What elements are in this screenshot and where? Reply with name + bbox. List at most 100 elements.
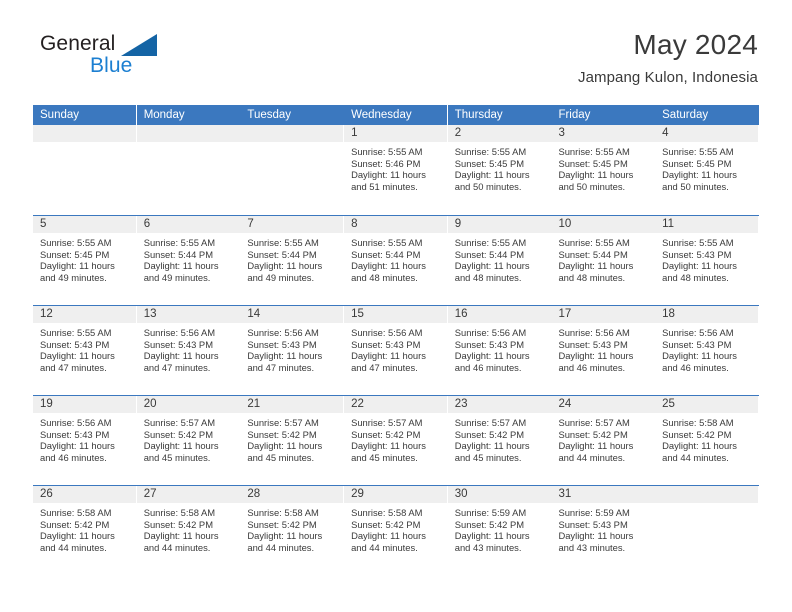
calendar-day-cell[interactable]: 9 Sunrise: 5:55 AM Sunset: 5:44 PM Daylight… [447, 216, 552, 305]
daylight-text-line1: Daylight: 11 hours [143, 440, 219, 452]
calendar-day-cell[interactable] [136, 125, 241, 215]
calendar-day-cell[interactable] [240, 125, 344, 215]
calendar-day-cell[interactable]: 23 Sunrise: 5:57 AM Sunset: 5:42 PM Dayligh… [447, 396, 552, 485]
calendar-day-cell[interactable]: 7 Sunrise: 5:55 AM Sunset: 5:44 PM Daylight… [240, 216, 344, 305]
calendar-day-cell[interactable]: 2 Sunrise: 5:55 AM Sunset: 5:45 PM Daylight… [447, 125, 552, 215]
title-block: May 2024 Jampang Kulon, Indonesia [578, 28, 758, 88]
sunset-text: Sunset: 5:42 PM [143, 518, 213, 530]
calendar-day-cell[interactable]: 19 Sunrise: 5:56 AM Sunset: 5:43 PM Dayligh… [33, 396, 137, 485]
calendar-day-cell[interactable]: 22 Sunrise: 5:57 AM Sunset: 5:42 PM Dayligh… [344, 396, 448, 485]
weekday-header-cell: Monday [136, 105, 241, 125]
day-number: 3 [558, 127, 565, 139]
day-details: Sunrise: 5:55 AM Sunset: 5:44 PM Daylight:… [551, 233, 655, 283]
sunrise-text: Sunrise: 5:59 AM [558, 507, 630, 518]
day-number: 19 [40, 398, 53, 410]
daylight-text-line1: Daylight: 11 hours [40, 350, 115, 362]
day-number-band: 12 [33, 306, 137, 323]
calendar-day-cell[interactable]: 17 Sunrise: 5:56 AM Sunset: 5:43 PM Dayligh… [551, 306, 655, 395]
calendar-day-cell[interactable] [33, 125, 137, 215]
daylight-text-line2: and 47 minutes. [247, 361, 315, 373]
daylight-text-line2: and 43 minutes. [558, 541, 626, 553]
day-number: 22 [351, 398, 364, 410]
calendar-day-cell[interactable]: 12 Sunrise: 5:55 AM Sunset: 5:43 PM Dayligh… [33, 306, 137, 395]
daylight-text-line1: Daylight: 11 hours [558, 440, 634, 452]
weekday-header-cell: Sunday [33, 105, 137, 125]
weekday-header-cell: Wednesday [344, 105, 448, 125]
daylight-text-line1: Daylight: 11 hours [247, 530, 323, 542]
calendar-day-cell[interactable]: 5 Sunrise: 5:55 AM Sunset: 5:45 PM Daylight… [33, 216, 137, 305]
calendar-day-cell[interactable]: 13 Sunrise: 5:56 AM Sunset: 5:43 PM Dayligh… [136, 306, 241, 395]
day-details: Sunrise: 5:55 AM Sunset: 5:45 PM Daylight:… [551, 142, 655, 192]
calendar-day-cell[interactable]: 30 Sunrise: 5:59 AM Sunset: 5:42 PM Dayligh… [447, 486, 552, 575]
calendar-week-row: 5 Sunrise: 5:55 AM Sunset: 5:45 PM Daylight… [33, 215, 759, 305]
daylight-text-line1: Daylight: 11 hours [247, 260, 323, 272]
day-number-band: 30 [447, 486, 551, 503]
page-subtitle: Jampang Kulon, Indonesia [577, 69, 758, 86]
calendar-day-cell[interactable]: 27 Sunrise: 5:58 AM Sunset: 5:42 PM Dayligh… [136, 486, 241, 575]
day-details [33, 142, 137, 146]
calendar-day-cell[interactable]: 25 Sunrise: 5:58 AM Sunset: 5:42 PM Dayligh… [655, 396, 759, 485]
daylight-text-line2: and 50 minutes. [662, 180, 729, 192]
day-number-band: 28 [240, 486, 344, 503]
day-number-band: 15 [344, 306, 448, 323]
sunset-text: Sunset: 5:45 PM [454, 157, 525, 169]
day-details: Sunrise: 5:55 AM Sunset: 5:44 PM Daylight:… [448, 233, 552, 283]
calendar-day-cell[interactable]: 28 Sunrise: 5:58 AM Sunset: 5:42 PM Dayligh… [240, 486, 344, 575]
sunset-text: Sunset: 5:42 PM [454, 518, 525, 530]
calendar-day-cell[interactable]: 6 Sunrise: 5:55 AM Sunset: 5:44 PM Daylight… [136, 216, 241, 305]
calendar-day-cell[interactable]: 18 Sunrise: 5:56 AM Sunset: 5:43 PM Dayligh… [655, 306, 759, 395]
daylight-text-line2: and 45 minutes. [351, 451, 418, 463]
generalblue-logo[interactable]: General Blue [33, 32, 253, 90]
calendar-day-cell[interactable]: 21 Sunrise: 5:57 AM Sunset: 5:42 PM Dayligh… [240, 396, 344, 485]
sunset-text: Sunset: 5:45 PM [40, 248, 110, 260]
sunrise-text: Sunrise: 5:58 AM [351, 507, 423, 518]
calendar-week-row: 1 Sunrise: 5:55 AM Sunset: 5:46 PM Daylight… [33, 125, 759, 215]
calendar-day-cell[interactable] [655, 486, 759, 575]
logo-triangle-icon [121, 34, 157, 56]
day-details: Sunrise: 5:56 AM Sunset: 5:43 PM Daylight:… [655, 323, 759, 373]
calendar-day-cell[interactable]: 1 Sunrise: 5:55 AM Sunset: 5:46 PM Daylight… [344, 125, 448, 215]
daylight-text-line2: and 44 minutes. [40, 541, 107, 553]
sunrise-text: Sunrise: 5:55 AM [558, 146, 630, 157]
calendar-day-cell[interactable]: 3 Sunrise: 5:55 AM Sunset: 5:45 PM Daylight… [551, 125, 655, 215]
calendar-day-cell[interactable]: 15 Sunrise: 5:56 AM Sunset: 5:43 PM Dayligh… [344, 306, 448, 395]
logo-text-blue: Blue [90, 54, 133, 77]
calendar-day-cell[interactable]: 11 Sunrise: 5:55 AM Sunset: 5:43 PM Dayligh… [655, 216, 759, 305]
sunset-text: Sunset: 5:43 PM [558, 518, 628, 530]
calendar-day-cell[interactable]: 4 Sunrise: 5:55 AM Sunset: 5:45 PM Daylight… [655, 125, 759, 215]
day-number: 20 [143, 398, 157, 410]
calendar-day-cell[interactable]: 10 Sunrise: 5:55 AM Sunset: 5:44 PM Dayligh… [551, 216, 655, 305]
day-number-band: 5 [33, 216, 137, 233]
sunrise-text: Sunrise: 5:55 AM [662, 146, 734, 157]
day-number-band: 19 [33, 396, 137, 413]
calendar-day-cell[interactable]: 14 Sunrise: 5:56 AM Sunset: 5:43 PM Dayligh… [240, 306, 344, 395]
day-details: Sunrise: 5:55 AM Sunset: 5:43 PM Daylight:… [655, 233, 759, 283]
daylight-text-line1: Daylight: 11 hours [351, 260, 426, 272]
calendar-day-cell[interactable]: 16 Sunrise: 5:56 AM Sunset: 5:43 PM Dayligh… [447, 306, 552, 395]
calendar-day-cell[interactable]: 20 Sunrise: 5:57 AM Sunset: 5:42 PM Dayligh… [136, 396, 241, 485]
daylight-text-line1: Daylight: 11 hours [40, 530, 115, 542]
calendar-day-cell[interactable]: 8 Sunrise: 5:55 AM Sunset: 5:44 PM Daylight… [344, 216, 448, 305]
day-details: Sunrise: 5:57 AM Sunset: 5:42 PM Daylight:… [137, 413, 241, 463]
weekday-label-monday: Monday [136, 105, 241, 125]
day-number: 21 [247, 398, 261, 410]
calendar-day-cell[interactable]: 31 Sunrise: 5:59 AM Sunset: 5:43 PM Dayligh… [551, 486, 655, 575]
daylight-text-line2: and 46 minutes. [40, 451, 107, 463]
day-details: Sunrise: 5:58 AM Sunset: 5:42 PM Daylight:… [33, 503, 137, 553]
day-number-band: 16 [447, 306, 551, 323]
daylight-text-line1: Daylight: 11 hours [351, 350, 426, 362]
day-number: 17 [558, 308, 572, 320]
daylight-text-line2: and 46 minutes. [454, 361, 522, 373]
calendar-day-cell[interactable]: 29 Sunrise: 5:58 AM Sunset: 5:42 PM Dayligh… [344, 486, 448, 575]
daylight-text-line2: and 47 minutes. [40, 361, 107, 373]
sunrise-text: Sunrise: 5:55 AM [40, 327, 112, 338]
sunrise-text: Sunrise: 5:56 AM [558, 327, 630, 338]
day-details: Sunrise: 5:56 AM Sunset: 5:43 PM Daylight:… [240, 323, 344, 373]
daylight-text-line1: Daylight: 11 hours [143, 260, 219, 272]
calendar-day-cell[interactable]: 26 Sunrise: 5:58 AM Sunset: 5:42 PM Dayligh… [33, 486, 137, 575]
sunrise-text: Sunrise: 5:57 AM [351, 417, 423, 428]
calendar-day-cell[interactable]: 24 Sunrise: 5:57 AM Sunset: 5:42 PM Dayligh… [551, 396, 655, 485]
logo-text-general: General [40, 32, 116, 55]
day-details: Sunrise: 5:55 AM Sunset: 5:43 PM Daylight:… [33, 323, 137, 373]
daylight-text-line1: Daylight: 11 hours [143, 530, 219, 542]
